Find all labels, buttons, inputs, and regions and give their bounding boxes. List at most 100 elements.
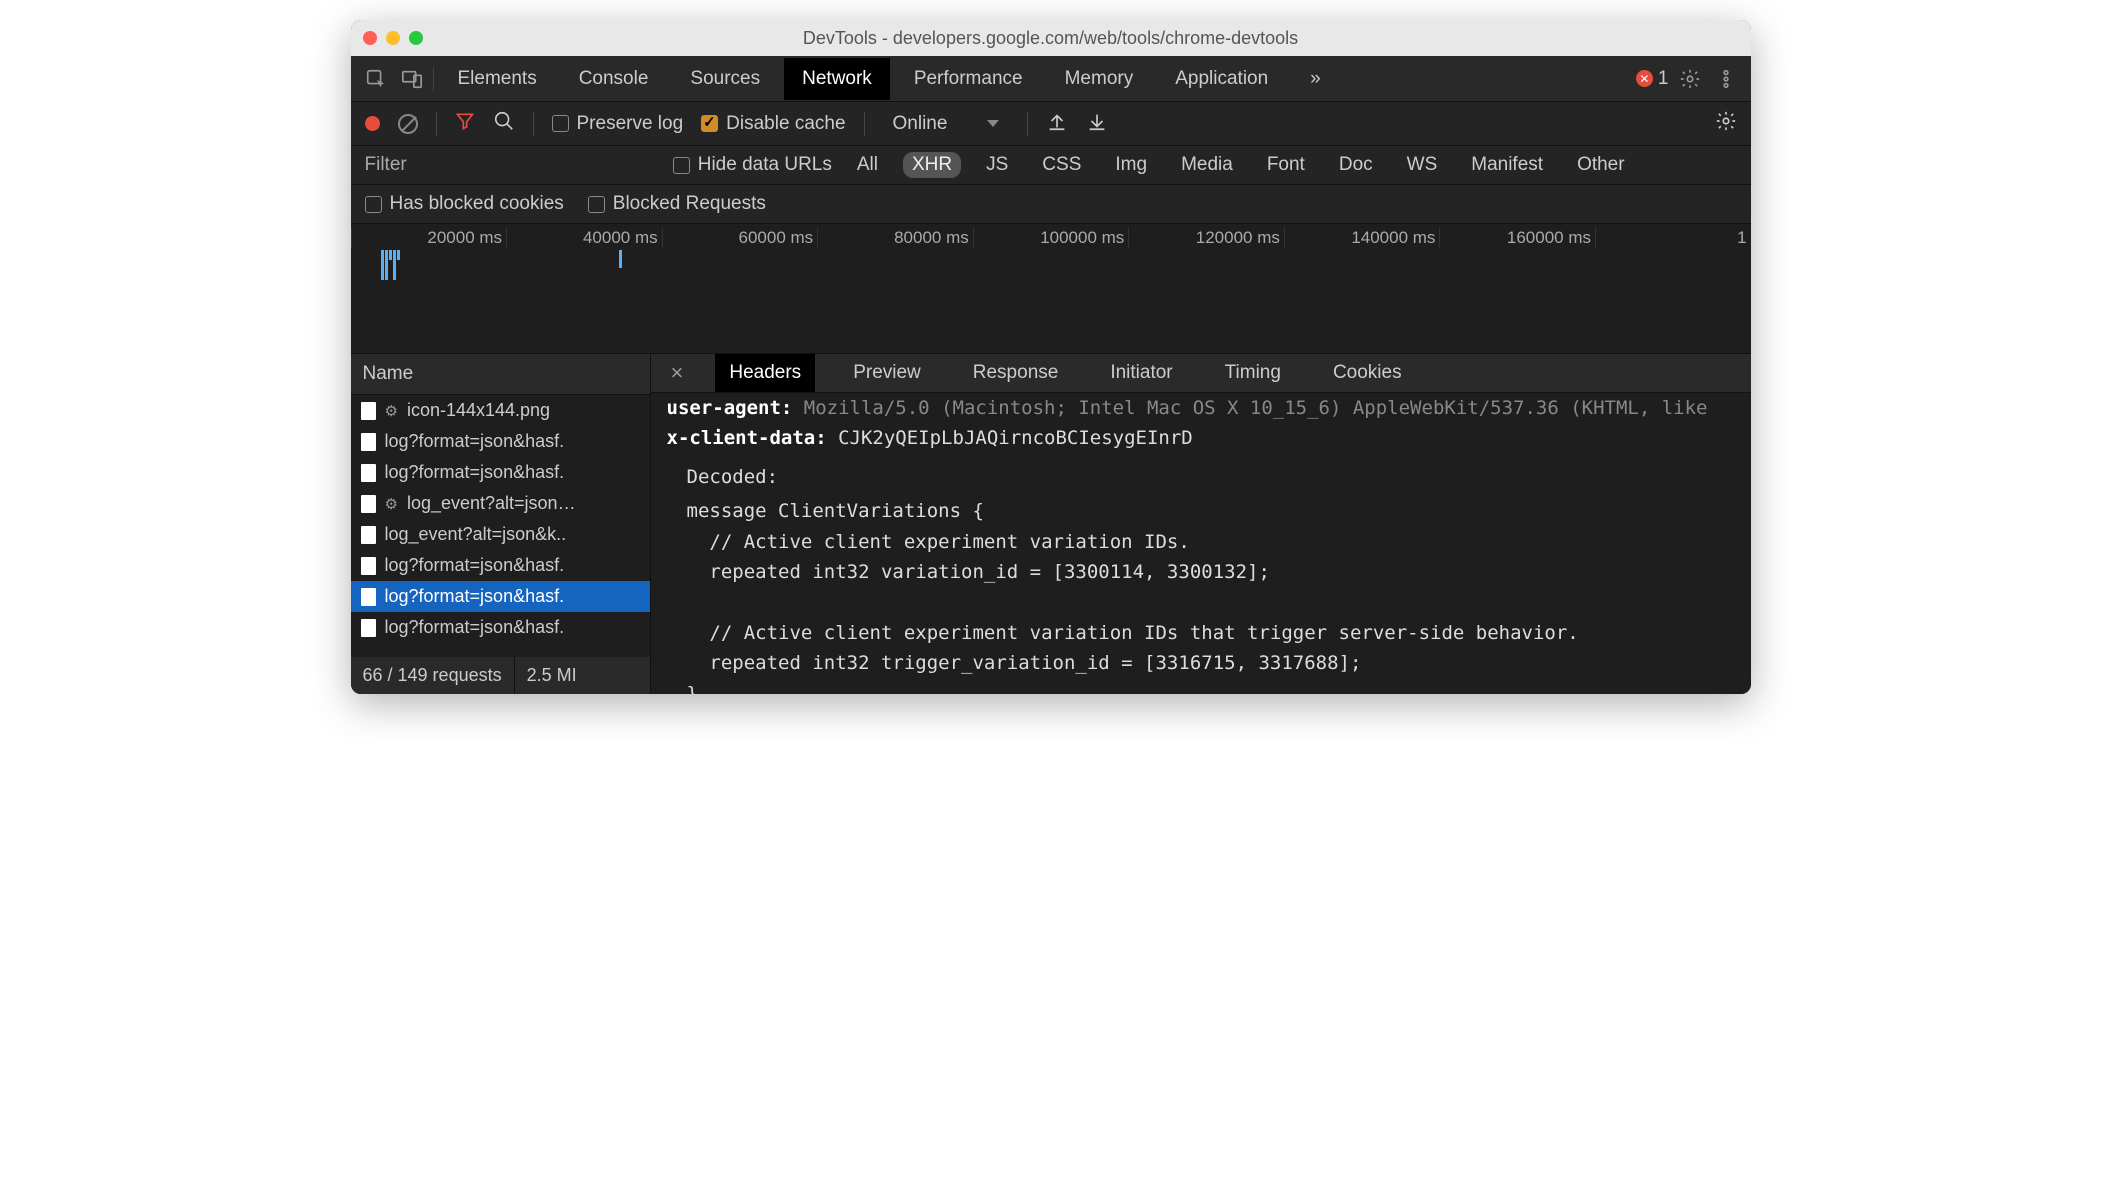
error-count[interactable]: ✕ 1 xyxy=(1636,68,1669,90)
record-button[interactable] xyxy=(365,116,380,131)
request-row[interactable]: log?format=json&hasf. xyxy=(351,612,650,643)
filter-type-font[interactable]: Font xyxy=(1258,152,1314,178)
close-window-button[interactable] xyxy=(363,31,377,45)
filter-input[interactable]: Filter xyxy=(365,154,407,176)
more-menu-icon[interactable] xyxy=(1711,64,1741,94)
inspect-element-icon[interactable] xyxy=(361,64,391,94)
request-row[interactable]: log?format=json&hasf. xyxy=(351,457,650,488)
timeline-tick: 80000 ms xyxy=(817,228,973,248)
x-client-data-row: x-client-data: CJK2yQEIpLbJAQirncoBCIesy… xyxy=(667,423,1735,453)
request-list-panel: Name ⚙icon-144x144.png log?format=json&ha… xyxy=(351,354,651,694)
device-toggle-icon[interactable] xyxy=(397,64,427,94)
timeline-overview[interactable]: 20000 ms40000 ms60000 ms80000 ms100000 m… xyxy=(351,224,1751,354)
error-count-number: 1 xyxy=(1658,68,1669,90)
request-name: log?format=json&hasf. xyxy=(385,431,565,452)
tab-application[interactable]: Application xyxy=(1157,58,1286,100)
file-icon xyxy=(361,433,376,451)
content-split: Name ⚙icon-144x144.png log?format=json&ha… xyxy=(351,354,1751,694)
upload-har-icon[interactable] xyxy=(1046,110,1068,138)
request-row[interactable]: log?format=json&hasf. xyxy=(351,550,650,581)
name-column-header[interactable]: Name xyxy=(351,354,650,395)
network-toolbar: Preserve log Disable cache Online xyxy=(351,102,1751,146)
tab-more[interactable]: » xyxy=(1292,58,1339,100)
clear-button[interactable] xyxy=(398,114,418,134)
detail-tabs: × Headers Preview Response Initiator Tim… xyxy=(651,354,1751,393)
filter-bar: Filter Hide data URLs All XHR JS CSS Img… xyxy=(351,146,1751,185)
request-name: log?format=json&hasf. xyxy=(385,586,565,607)
tab-timing[interactable]: Timing xyxy=(1211,354,1295,392)
request-row[interactable]: ⚙icon-144x144.png xyxy=(351,395,650,426)
request-count: 66 / 149 requests xyxy=(351,657,515,694)
filter-type-img[interactable]: Img xyxy=(1106,152,1156,178)
hide-data-urls-checkbox[interactable]: Hide data URLs xyxy=(673,154,832,176)
filter-type-media[interactable]: Media xyxy=(1172,152,1242,178)
filter-type-ws[interactable]: WS xyxy=(1398,152,1447,178)
request-details: × Headers Preview Response Initiator Tim… xyxy=(651,354,1751,694)
filter-toggle-icon[interactable] xyxy=(455,111,475,137)
request-row[interactable]: log?format=json&hasf. xyxy=(351,426,650,457)
request-summary: 66 / 149 requests 2.5 MI xyxy=(351,657,650,694)
file-icon xyxy=(361,495,376,513)
request-list: ⚙icon-144x144.png log?format=json&hasf. lo… xyxy=(351,395,650,657)
filter-type-other[interactable]: Other xyxy=(1568,152,1634,178)
filter-type-js[interactable]: JS xyxy=(977,152,1017,178)
tab-headers[interactable]: Headers xyxy=(715,354,815,392)
tab-memory[interactable]: Memory xyxy=(1047,58,1152,100)
tab-initiator[interactable]: Initiator xyxy=(1096,354,1186,392)
timeline-tick: 120000 ms xyxy=(1128,228,1284,248)
throttling-select[interactable]: Online xyxy=(883,113,1010,135)
decoded-label: Decoded: xyxy=(687,462,1735,492)
download-har-icon[interactable] xyxy=(1086,110,1108,138)
error-icon: ✕ xyxy=(1636,70,1653,87)
tab-performance[interactable]: Performance xyxy=(896,58,1041,100)
main-tabs: Elements Console Sources Network Perform… xyxy=(351,56,1751,102)
titlebar: DevTools - developers.google.com/web/too… xyxy=(351,20,1751,56)
tab-console[interactable]: Console xyxy=(561,58,667,100)
divider xyxy=(433,67,434,91)
minimize-window-button[interactable] xyxy=(386,31,400,45)
timeline-tick: 140000 ms xyxy=(1284,228,1440,248)
zoom-window-button[interactable] xyxy=(409,31,423,45)
window-title: DevTools - developers.google.com/web/too… xyxy=(351,28,1751,49)
search-icon[interactable] xyxy=(493,110,515,138)
request-row[interactable]: log?format=json&hasf. xyxy=(351,581,650,612)
file-icon xyxy=(361,588,376,606)
filter-type-xhr[interactable]: XHR xyxy=(903,152,961,178)
timeline-tick: 160000 ms xyxy=(1439,228,1595,248)
blocked-requests-checkbox[interactable]: Blocked Requests xyxy=(588,193,766,215)
file-icon xyxy=(361,619,376,637)
settings-icon[interactable] xyxy=(1675,64,1705,94)
devtools-window: DevTools - developers.google.com/web/too… xyxy=(351,20,1751,694)
file-icon xyxy=(361,526,376,544)
preserve-log-checkbox[interactable]: Preserve log xyxy=(552,113,684,135)
request-row[interactable]: log_event?alt=json&k.. xyxy=(351,519,650,550)
file-icon xyxy=(361,557,376,575)
transfer-size: 2.5 MI xyxy=(515,657,589,694)
disable-cache-checkbox[interactable]: Disable cache xyxy=(701,113,845,135)
request-row[interactable]: ⚙log_event?alt=json… xyxy=(351,488,650,519)
traffic-lights xyxy=(363,31,423,45)
filter-type-css[interactable]: CSS xyxy=(1033,152,1090,178)
tab-sources[interactable]: Sources xyxy=(672,58,778,100)
request-name: log_event?alt=json&k.. xyxy=(385,524,567,545)
tab-cookies[interactable]: Cookies xyxy=(1319,354,1416,392)
close-details-button[interactable]: × xyxy=(663,360,692,386)
request-name: log?format=json&hasf. xyxy=(385,462,565,483)
request-name: log?format=json&hasf. xyxy=(385,617,565,638)
has-blocked-cookies-checkbox[interactable]: Has blocked cookies xyxy=(365,193,564,215)
headers-body: user-agent: Mozilla/5.0 (Macintosh; Inte… xyxy=(651,393,1751,694)
filter-type-doc[interactable]: Doc xyxy=(1330,152,1382,178)
tab-preview[interactable]: Preview xyxy=(839,354,935,392)
request-name: log_event?alt=json… xyxy=(407,493,576,514)
tab-network[interactable]: Network xyxy=(784,58,890,100)
network-settings-icon[interactable] xyxy=(1715,110,1737,138)
timeline-tick: 60000 ms xyxy=(662,228,818,248)
user-agent-row: user-agent: Mozilla/5.0 (Macintosh; Inte… xyxy=(667,393,1735,423)
filter-type-manifest[interactable]: Manifest xyxy=(1462,152,1552,178)
chevron-down-icon xyxy=(987,120,999,127)
tab-response[interactable]: Response xyxy=(959,354,1073,392)
timeline-tick: 20000 ms xyxy=(351,228,507,248)
filter-type-all[interactable]: All xyxy=(848,152,887,178)
tab-elements[interactable]: Elements xyxy=(440,58,555,100)
request-name: log?format=json&hasf. xyxy=(385,555,565,576)
